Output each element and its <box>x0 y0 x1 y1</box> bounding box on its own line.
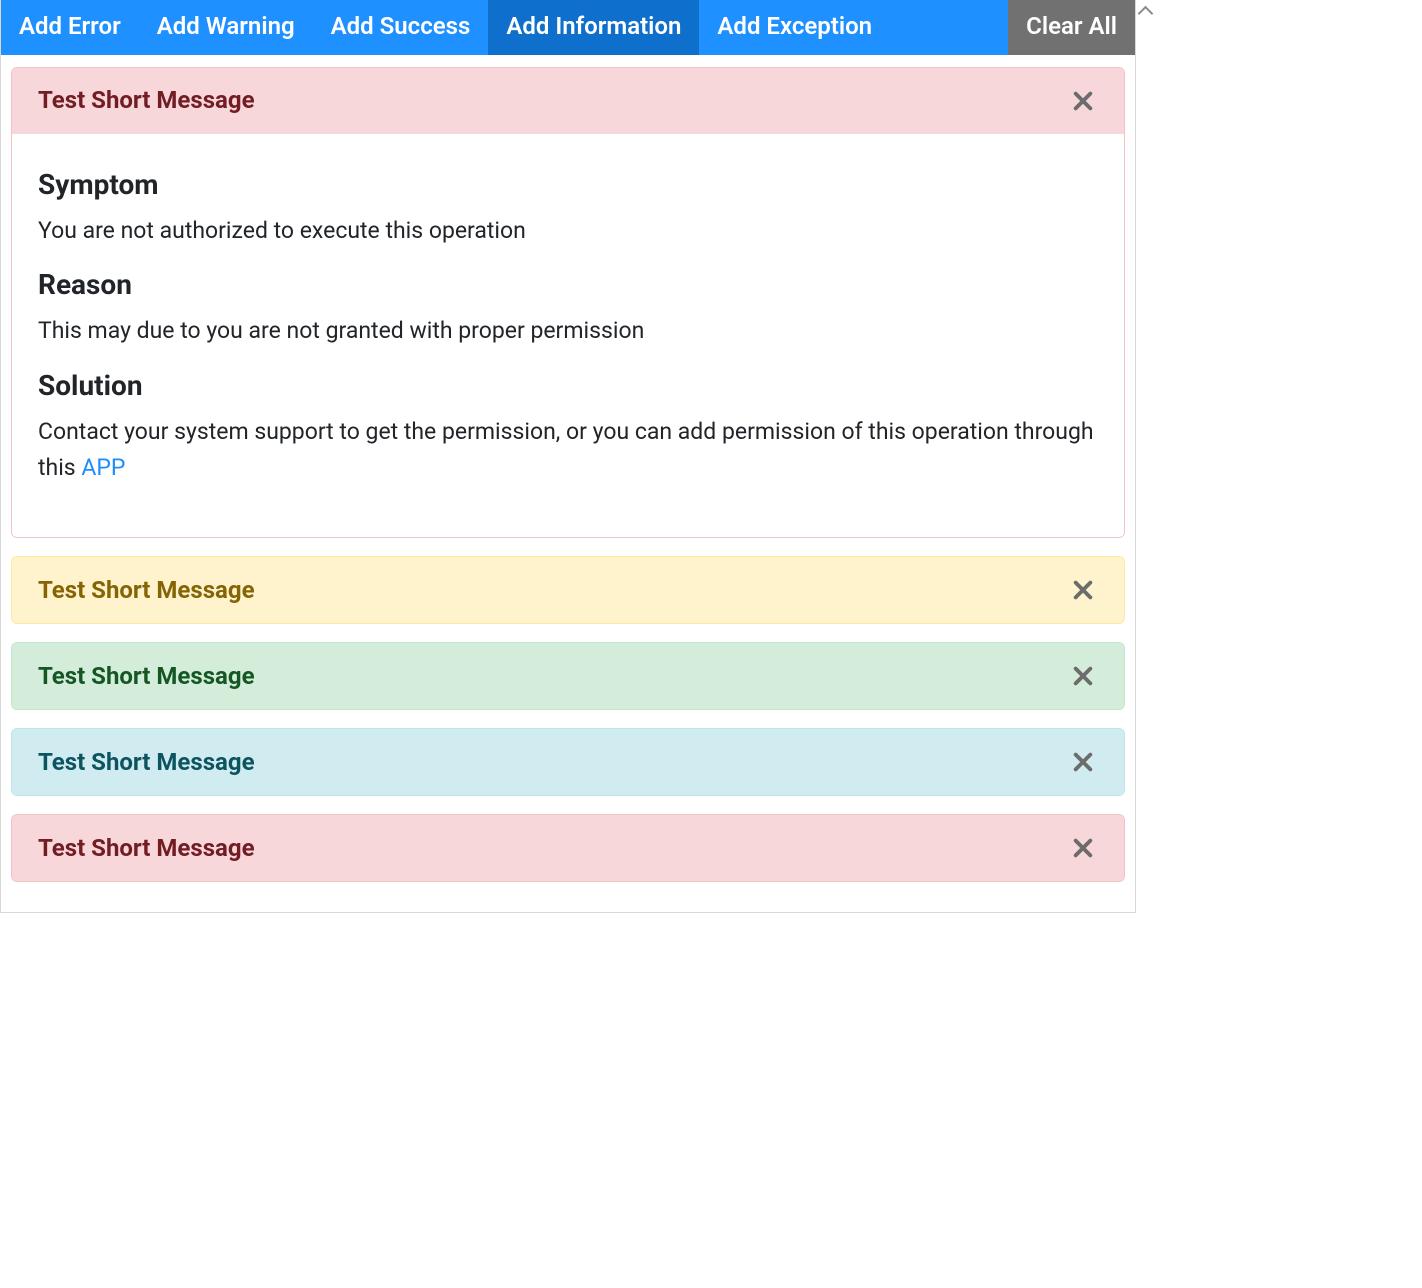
add-error-button[interactable]: Add Error <box>1 0 139 55</box>
close-button[interactable] <box>1068 575 1098 605</box>
message-header[interactable]: Test Short Message <box>12 815 1124 881</box>
message-header[interactable]: Test Short Message <box>12 643 1124 709</box>
message-success: Test Short Message <box>11 642 1125 710</box>
message-title: Test Short Message <box>38 662 255 691</box>
solution-link[interactable]: APP <box>81 454 125 481</box>
add-warning-button[interactable]: Add Warning <box>139 0 313 55</box>
toolbar-spacer <box>890 0 1008 55</box>
add-success-button[interactable]: Add Success <box>313 0 489 55</box>
close-icon <box>1072 751 1094 773</box>
section-text-reason: This may due to you are not granted with… <box>38 313 1098 349</box>
close-button[interactable] <box>1068 86 1098 116</box>
close-button[interactable] <box>1068 747 1098 777</box>
message-title: Test Short Message <box>38 86 255 115</box>
close-icon <box>1072 90 1094 112</box>
scrollbar[interactable] <box>1137 0 1153 912</box>
section-text-symptom: You are not authorized to execute this o… <box>38 213 1098 249</box>
close-button[interactable] <box>1068 661 1098 691</box>
clear-all-button[interactable]: Clear All <box>1008 0 1135 55</box>
section-heading-symptom: Symptom <box>38 168 1098 201</box>
demo-frame: Add Error Add Warning Add Success Add In… <box>0 0 1136 913</box>
message-title: Test Short Message <box>38 834 255 863</box>
message-body: Symptom You are not authorized to execut… <box>12 134 1124 538</box>
message-list: Test Short Message Symptom You are not a… <box>1 55 1135 913</box>
section-heading-solution: Solution <box>38 369 1098 402</box>
close-icon <box>1072 665 1094 687</box>
message-warning: Test Short Message <box>11 556 1125 624</box>
message-info: Test Short Message <box>11 728 1125 796</box>
message-error: Test Short Message Symptom You are not a… <box>11 67 1125 539</box>
message-exception: Test Short Message <box>11 814 1125 882</box>
message-header[interactable]: Test Short Message <box>12 729 1124 795</box>
solution-text: Contact your system support to get the p… <box>38 418 1094 481</box>
close-icon <box>1072 579 1094 601</box>
section-heading-reason: Reason <box>38 268 1098 301</box>
message-header[interactable]: Test Short Message <box>12 557 1124 623</box>
add-information-button[interactable]: Add Information <box>488 0 699 55</box>
toolbar: Add Error Add Warning Add Success Add In… <box>1 0 1135 55</box>
close-button[interactable] <box>1068 833 1098 863</box>
section-text-solution: Contact your system support to get the p… <box>38 414 1098 485</box>
add-exception-button[interactable]: Add Exception <box>699 0 890 55</box>
message-title: Test Short Message <box>38 748 255 777</box>
message-title: Test Short Message <box>38 576 255 605</box>
close-icon <box>1072 837 1094 859</box>
message-header[interactable]: Test Short Message <box>12 68 1124 134</box>
